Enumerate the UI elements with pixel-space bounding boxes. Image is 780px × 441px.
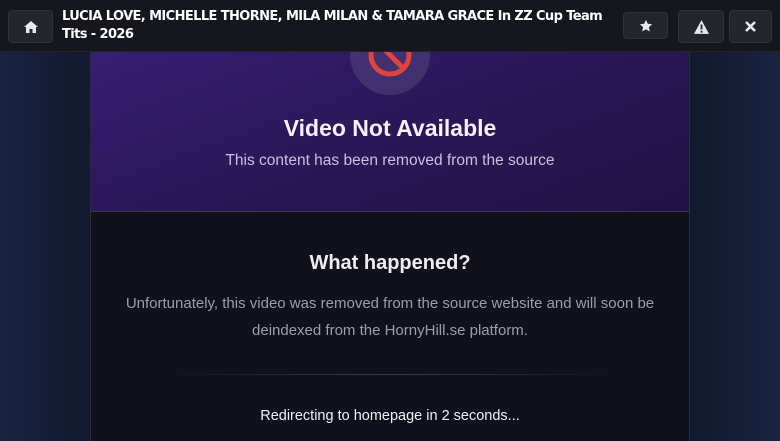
favorite-button[interactable] [623, 12, 668, 39]
warning-icon [693, 19, 709, 34]
close-icon [745, 21, 756, 32]
unavailable-title: Video Not Available [283, 115, 497, 141]
star-icon [639, 19, 652, 31]
close-button[interactable] [729, 10, 772, 43]
report-button[interactable] [678, 10, 724, 43]
what-happened-text: Unfortunately, this video was removed fr… [125, 295, 655, 339]
redirect-message: Redirecting to homepage in 2 seconds... [260, 408, 520, 424]
what-happened-heading: What happened? [309, 252, 471, 274]
video-unavailable-card: Video Not Available This content has bee… [90, 0, 690, 441]
divider [161, 374, 619, 375]
home-button[interactable] [8, 10, 53, 43]
home-icon [23, 20, 38, 33]
unavailable-subtitle: This content has been removed from the s… [225, 152, 555, 169]
video-title: LUCIA LOVE, MICHELLE THORNE, MILA MILAN … [62, 9, 603, 42]
top-bar: LUCIA LOVE, MICHELLE THORNE, MILA MILAN … [0, 0, 780, 52]
